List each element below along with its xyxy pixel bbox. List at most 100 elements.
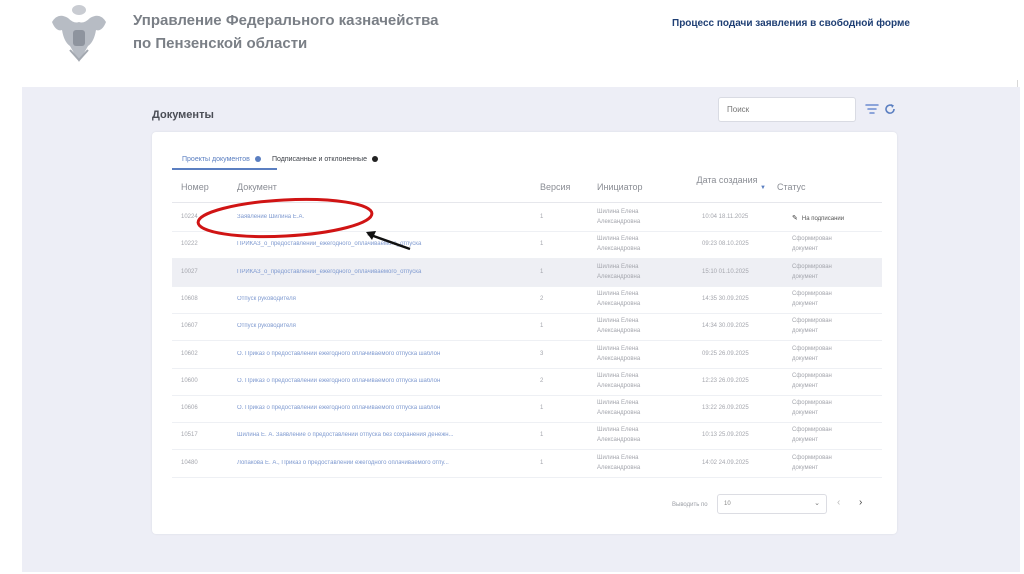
cell-status: Сформирован документ xyxy=(792,290,832,307)
cell-document-link[interactable]: О. Приказ о предоставлении ежегодного оп… xyxy=(237,378,537,384)
cell-document-link[interactable]: Заявление Шилина Е.А. xyxy=(237,214,537,220)
table-row[interactable]: 10480 Лопакова Е. А., Приказ о предоставл… xyxy=(172,450,882,478)
cell-initiator: Шилина Елена Александровна xyxy=(597,400,641,417)
filter-icon[interactable] xyxy=(865,103,879,115)
search-input[interactable] xyxy=(718,97,856,122)
cell-number: 10517 xyxy=(181,432,198,439)
cell-status: Сформирован документ xyxy=(792,400,832,417)
pen-icon: ✎ xyxy=(792,215,798,222)
cell-initiator: Шилина Елена Александровна xyxy=(597,290,641,307)
organization-name-line2: по Пензенской области xyxy=(133,35,308,52)
cell-document-link[interactable]: ПРИКАЗ_о_предоставлении_ежегодного_оплач… xyxy=(237,269,537,275)
cell-initiator: Шилина Елена Александровна xyxy=(597,372,641,389)
refresh-icon[interactable] xyxy=(884,103,896,115)
tab-signed-badge xyxy=(371,156,378,163)
cell-number: 10607 xyxy=(181,323,198,330)
cell-number: 10480 xyxy=(181,459,198,466)
cell-date: 09:23 08.10.2025 xyxy=(702,241,749,248)
per-page-select[interactable]: 10 ⌄ xyxy=(717,494,827,514)
cell-version: 2 xyxy=(540,295,544,302)
sort-desc-icon[interactable]: ▼ xyxy=(760,185,766,191)
cell-date: 14:35 30.09.2025 xyxy=(702,295,749,302)
next-page-button[interactable]: › xyxy=(859,497,862,508)
cell-date: 13:22 26.09.2025 xyxy=(702,405,749,412)
cell-initiator: Шилина Елена Александровна xyxy=(597,345,641,362)
table-row[interactable]: 10222 ПРИКАЗ_о_предоставлении_ежегодного_… xyxy=(172,231,882,260)
page-title: Документы xyxy=(152,109,214,121)
tab-signed[interactable]: Подписанные и отклоненные xyxy=(272,156,378,163)
double-headed-eagle-emblem-icon xyxy=(52,5,106,62)
active-tab-indicator xyxy=(172,168,277,170)
cell-number: 10222 xyxy=(181,241,198,248)
cell-document-link[interactable]: Шилина Е. А. Заявление о предоставлении … xyxy=(237,432,537,438)
per-page-label: Выводить по xyxy=(672,502,708,508)
cell-document-link[interactable]: О. Приказ о предоставлении ежегодного оп… xyxy=(237,405,537,411)
cell-version: 3 xyxy=(540,350,544,357)
tab-drafts-label: Проекты документов xyxy=(182,156,250,163)
cell-version: 1 xyxy=(540,268,544,275)
cell-version: 2 xyxy=(540,377,544,384)
cell-number: 10602 xyxy=(181,350,198,357)
table-row[interactable]: 10607 Отпуск руководителя 1 Шилина Елена Ал… xyxy=(172,313,882,342)
cell-version: 1 xyxy=(540,459,544,466)
cell-document-link[interactable]: Отпуск руководителя xyxy=(237,323,537,329)
status-text: На подписании xyxy=(801,216,845,222)
cell-initiator: Шилина Елена Александровна xyxy=(597,263,641,280)
cell-initiator: Шилина Елена Александровна xyxy=(597,236,641,253)
column-header-date[interactable]: Дата создания xyxy=(692,174,762,186)
column-header-document[interactable]: Документ xyxy=(237,182,277,192)
cell-number: 10027 xyxy=(181,268,198,275)
cell-document-link[interactable]: Лопакова Е. А., Приказ о предоставлении … xyxy=(237,460,537,466)
chevron-down-icon: ⌄ xyxy=(814,500,820,507)
cell-number: 10606 xyxy=(181,405,198,412)
cell-date: 10:04 18.11.2025 xyxy=(702,214,749,220)
cell-initiator: Шилина Елена Александровна xyxy=(597,454,641,471)
table-row[interactable]: 10608 Отпуск руководителя 2 Шилина Елена Ал… xyxy=(172,286,882,314)
table-row[interactable]: 10600 О. Приказ о предоставлении ежегодно… xyxy=(172,368,882,396)
cell-initiator: Шилина Елена Александровна xyxy=(597,318,641,335)
cell-date: 14:02 24.09.2025 xyxy=(702,459,749,466)
table-row[interactable]: 10224 Заявление Шилина Е.А. 1 Шилина Елена … xyxy=(172,204,882,232)
process-title: Процесс подачи заявления в свободной фор… xyxy=(672,18,910,29)
prev-page-button[interactable]: ‹ xyxy=(837,497,840,508)
cell-status: Сформирован документ xyxy=(792,454,832,471)
cell-date: 12:23 26.09.2025 xyxy=(702,377,749,384)
column-header-status[interactable]: Статус xyxy=(777,182,805,192)
cell-number: 10600 xyxy=(181,377,198,384)
cell-initiator: Шилина Елена Александровна xyxy=(597,427,641,444)
column-header-initiator[interactable]: Инициатор xyxy=(597,182,643,192)
cell-initiator: Шилина Елена Александровна xyxy=(597,209,641,225)
cell-number: 10224 xyxy=(181,214,198,220)
documents-card: Проекты документов Подписанные и отклоне… xyxy=(152,132,897,534)
app-area: Документы Проекты документов Подписанные… xyxy=(22,87,1020,572)
cell-date: 14:34 30.09.2025 xyxy=(702,323,749,330)
cell-date: 10:13 25.09.2025 xyxy=(702,432,749,439)
slide-header: Управление Федерального казначейства по … xyxy=(0,0,1024,80)
cell-date: 15:10 01.10.2025 xyxy=(702,268,749,275)
cell-status: Сформирован документ xyxy=(792,372,832,389)
cell-version: 1 xyxy=(540,405,544,412)
header-divider xyxy=(172,202,882,203)
tab-signed-label: Подписанные и отклоненные xyxy=(272,156,367,163)
column-header-number[interactable]: Номер xyxy=(181,182,209,192)
cell-version: 1 xyxy=(540,214,544,220)
table-row[interactable]: 10606 О. Приказ о предоставлении ежегодно… xyxy=(172,395,882,424)
column-header-version[interactable]: Версия xyxy=(540,182,570,192)
cell-status: Сформирован документ xyxy=(792,345,832,362)
per-page-value: 10 xyxy=(724,501,731,507)
cell-status: Сформирован документ xyxy=(792,263,832,280)
cell-version: 1 xyxy=(540,241,544,248)
cell-status: Сформирован документ xyxy=(792,427,832,444)
cell-status: Сформирован документ xyxy=(792,318,832,335)
cell-status: Сформирован документ xyxy=(792,236,832,253)
cell-document-link[interactable]: О. Приказ о предоставлении ежегодного оп… xyxy=(237,351,537,357)
cell-date: 09:25 26.09.2025 xyxy=(702,350,749,357)
table-row[interactable]: 10602 О. Приказ о предоставлении ежегодно… xyxy=(172,341,882,369)
cell-document-link[interactable]: Отпуск руководителя xyxy=(237,296,537,302)
table-row[interactable]: 10517 Шилина Е. А. Заявление о предоставл… xyxy=(172,422,882,451)
tab-drafts[interactable]: Проекты документов xyxy=(182,156,261,163)
cell-document-link[interactable]: ПРИКАЗ_о_предоставлении_ежегодного_оплач… xyxy=(237,241,537,247)
table-row[interactable]: 10027 ПРИКАЗ_о_предоставлении_ежегодного_… xyxy=(172,258,882,287)
cell-version: 1 xyxy=(540,432,544,439)
tab-drafts-badge xyxy=(254,156,261,163)
